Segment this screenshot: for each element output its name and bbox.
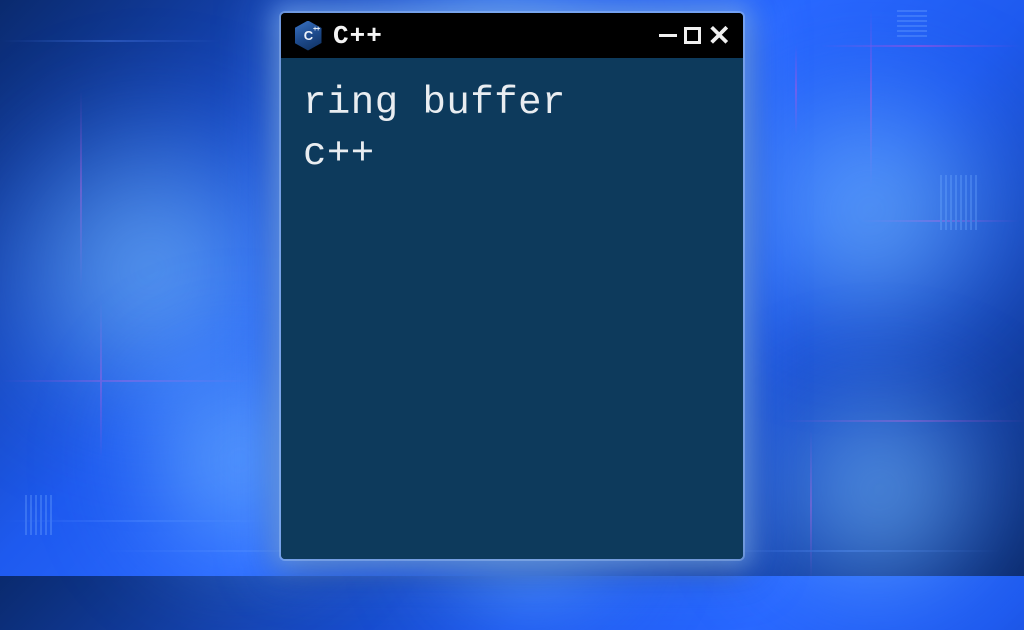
- maximize-icon: [684, 27, 701, 44]
- minimize-button[interactable]: [659, 34, 677, 37]
- close-icon: ✕: [708, 22, 731, 50]
- maximize-button[interactable]: [684, 27, 701, 44]
- window-titlebar[interactable]: C++ C++ ✕: [281, 13, 743, 58]
- terminal-window: C++ C++ ✕ ring buffer c++: [281, 13, 743, 559]
- window-controls: ✕: [659, 22, 731, 50]
- cpp-logo-icon: C++: [293, 21, 323, 51]
- minimize-icon: [659, 34, 677, 37]
- close-button[interactable]: ✕: [708, 22, 731, 50]
- terminal-body[interactable]: ring buffer c++: [281, 58, 743, 559]
- fog-decor: [720, 360, 1024, 620]
- terminal-output: ring buffer c++: [303, 78, 721, 181]
- window-title: C++: [333, 21, 649, 51]
